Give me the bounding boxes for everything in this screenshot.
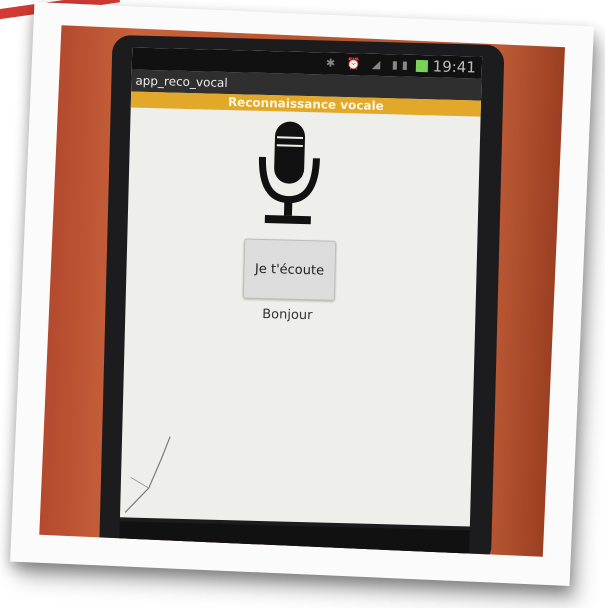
screen-crack [124, 436, 171, 513]
polaroid-frame: ✱ ⏰ ◢ ▮▮ 19:41 app_reco_vocal Reconnaiss… [10, 2, 594, 586]
recognized-text: Bonjour [262, 306, 313, 324]
phone-screen: ✱ ⏰ ◢ ▮▮ 19:41 app_reco_vocal Reconnaiss… [119, 47, 483, 527]
microphone-icon [258, 121, 320, 225]
photo-stage: ✱ ⏰ ◢ ▮▮ 19:41 app_reco_vocal Reconnaiss… [0, 0, 605, 608]
photo-content: ✱ ⏰ ◢ ▮▮ 19:41 app_reco_vocal Reconnaiss… [39, 25, 566, 557]
listen-button[interactable]: Je t'écoute [242, 238, 337, 301]
phone-body: ✱ ⏰ ◢ ▮▮ 19:41 app_reco_vocal Reconnaiss… [98, 34, 505, 557]
phone-bottom-bezel [119, 521, 470, 557]
status-clock: 19:41 [432, 57, 477, 77]
battery-icon [415, 59, 429, 73]
status-icons: ✱ ⏰ ◢ ▮▮ [325, 56, 413, 72]
header-title: Reconnaissance vocale [227, 94, 384, 114]
app-title: app_reco_vocal [135, 73, 228, 90]
listen-button-label: Je t'écoute [254, 261, 325, 279]
